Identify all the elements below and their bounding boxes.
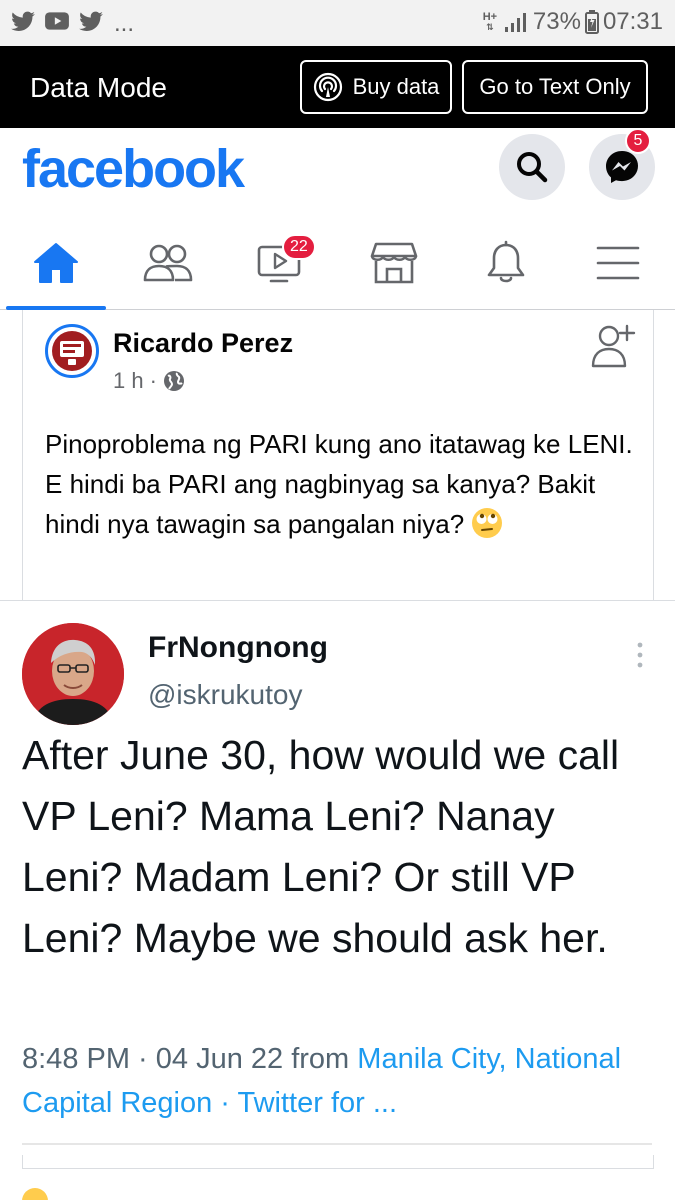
battery-icon (584, 10, 599, 34)
more-notifications: ... (114, 10, 135, 37)
meta-separator: · (149, 368, 157, 393)
messenger-button[interactable]: 5 (589, 128, 655, 200)
avatar[interactable] (45, 324, 99, 378)
battery-percent: 73% (532, 8, 581, 35)
tweet-author-handle: @iskrukutoy (148, 679, 303, 710)
post-meta: 1 h · (113, 368, 185, 394)
clock: 07:31 (602, 8, 663, 35)
next-card-edge (22, 1155, 654, 1169)
post-body: Pinoproblema ng PARI kung ano itatawag k… (45, 429, 633, 539)
tab-marketplace[interactable] (344, 216, 444, 310)
tab-watch[interactable]: 22 (230, 216, 330, 310)
tweet-meta: 8:48 PM · 04 Jun 22 from Manila City, Na… (22, 1037, 662, 1125)
watch-badge: 22 (282, 234, 316, 260)
home-icon (34, 243, 78, 283)
search-button[interactable] (499, 134, 565, 200)
tweet-text: After June 30, how would we call VP Leni… (22, 732, 620, 961)
search-icon (517, 152, 548, 183)
tweet-time-date: 8:48 PM · 04 Jun 22 from (22, 1043, 358, 1075)
person-portrait-icon (22, 623, 124, 725)
status-bar: ... H+ ⇅ 73% 07:31 (0, 0, 675, 46)
post-author[interactable]: Ricardo Perez (113, 328, 293, 359)
menu-icon (596, 246, 640, 280)
marketplace-icon (370, 242, 418, 284)
data-mode-title: Data Mode (30, 72, 167, 103)
facebook-header: facebook 5 (0, 128, 675, 216)
buy-data-label: Buy data (352, 74, 440, 99)
nav-tabs: 22 (0, 216, 675, 310)
more-options-icon (635, 641, 645, 674)
tweet-meta-separator: · (212, 1087, 238, 1119)
text-only-button[interactable]: Go to Text Only (462, 60, 648, 114)
globe-icon (163, 371, 184, 391)
feed-post: Ricardo Perez 1 h · Pinoproblema ng PARI… (22, 310, 654, 600)
friends-icon (143, 244, 193, 282)
data-mode-banner: Data Mode Buy data Go to Text Only (0, 46, 675, 128)
add-friend-icon (591, 324, 636, 368)
network-type: H+ ⇅ (482, 11, 498, 33)
post-text: Pinoproblema ng PARI kung ano itatawag k… (45, 424, 635, 544)
reaction-emoji-icon (22, 1188, 48, 1200)
tab-home[interactable] (6, 216, 106, 310)
tweet-author-name: FrNongnong (148, 631, 328, 664)
post-time[interactable]: 1 h (113, 368, 144, 394)
tab-menu[interactable] (568, 216, 668, 310)
twitter-icon (79, 11, 103, 31)
add-friend-button[interactable] (589, 322, 637, 375)
youtube-icon (45, 12, 69, 30)
page-logo (52, 331, 92, 371)
buy-data-button[interactable]: Buy data (300, 60, 452, 114)
twitter-icon (11, 11, 35, 31)
tab-notifications[interactable] (456, 216, 556, 310)
tweet-client: Twitter for ... (237, 1087, 398, 1119)
tweet-avatar (22, 623, 124, 725)
signal-icon (504, 13, 526, 32)
tweet-screenshot[interactable]: FrNongnong @iskrukutoy After June 30, ho… (0, 601, 675, 1161)
face-with-rolling-eyes-icon (472, 508, 503, 538)
notifications-icon (487, 240, 525, 283)
broadcast-icon (313, 72, 342, 102)
messenger-badge: 5 (625, 128, 651, 154)
facebook-logo[interactable]: facebook (22, 138, 245, 200)
tab-friends[interactable] (118, 216, 218, 310)
tweet-divider (22, 1143, 652, 1145)
text-only-label: Go to Text Only (479, 74, 631, 99)
